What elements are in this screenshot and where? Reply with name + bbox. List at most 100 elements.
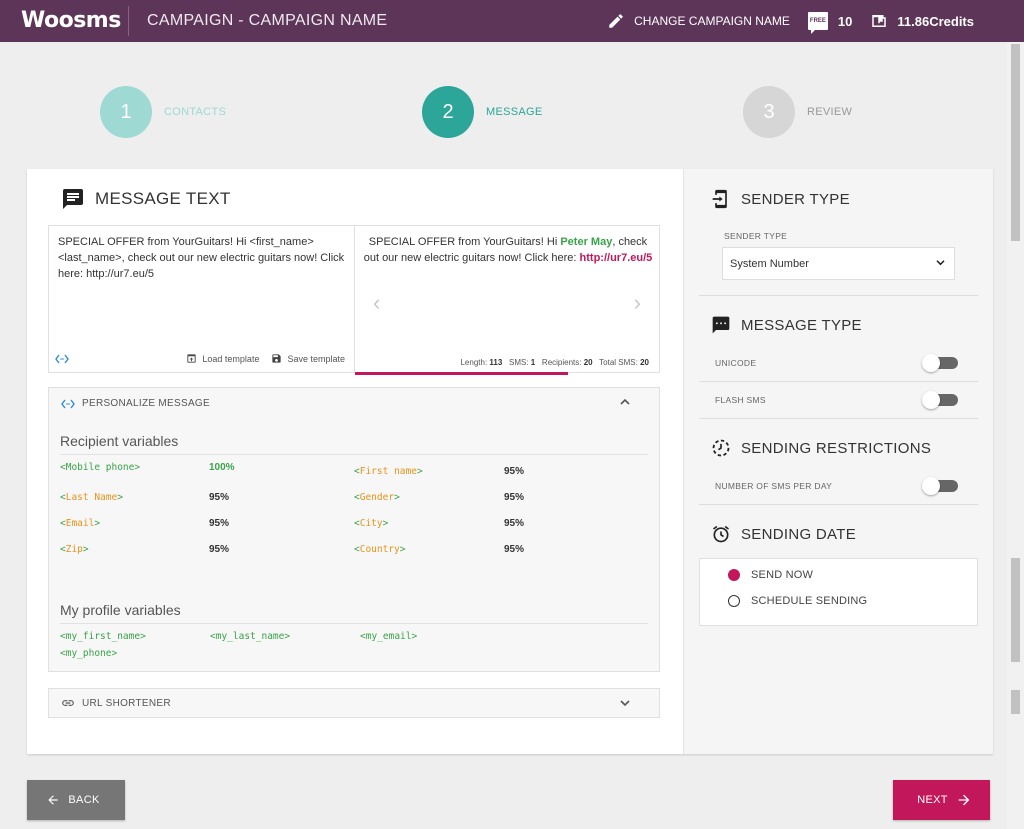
top-bar: Woosms CAMPAIGN - CAMPAIGN NAME CHANGE C…: [0, 0, 1024, 42]
sender-type-label: SENDER TYPE: [724, 231, 788, 241]
total-sms-value: 20: [640, 358, 649, 367]
step-label: CONTACTS: [164, 106, 227, 118]
variable-last-name[interactable]: <Last Name>: [60, 492, 123, 503]
variable-coverage: 95%: [504, 544, 525, 555]
variable-name: Country: [359, 544, 400, 555]
divider: [699, 418, 978, 419]
message-icon: [63, 189, 83, 209]
preview-text: SPECIAL OFFER from YourGuitars! Hi Peter…: [363, 234, 653, 266]
send-now-label: SEND NOW: [751, 569, 814, 581]
variable-name: Zip: [65, 544, 83, 555]
app-logo[interactable]: Woosms: [21, 6, 129, 36]
load-template-button[interactable]: Load template: [186, 353, 259, 364]
change-campaign-name-button[interactable]: CHANGE CAMPAIGN NAME: [607, 12, 790, 30]
step-review[interactable]: 3 REVIEW: [743, 86, 852, 138]
flash-sms-toggle[interactable]: [922, 391, 958, 409]
divider: [699, 504, 978, 505]
next-label: NEXT: [917, 794, 948, 806]
unicode-label: UNICODE: [715, 358, 757, 368]
profile-variable[interactable]: <my_email>: [360, 631, 417, 642]
preview-url[interactable]: http://ur7.eu/5: [580, 252, 653, 264]
credits-counter: 11.86Credits: [870, 12, 974, 30]
pencil-icon: [609, 14, 623, 28]
sms-per-day-toggle[interactable]: [922, 477, 958, 495]
variable-name: Mobile phone: [65, 462, 135, 473]
divider: [699, 381, 978, 382]
schedule-sending-label: SCHEDULE SENDING: [751, 595, 868, 607]
next-button[interactable]: NEXT: [893, 780, 990, 820]
header-actions: CHANGE CAMPAIGN NAME FREE 10 11.86Credit…: [589, 0, 974, 42]
recipients-value: 20: [583, 358, 593, 367]
step-number: 3: [743, 86, 795, 138]
radio-selected[interactable]: [728, 569, 740, 581]
radio-unselected[interactable]: [728, 595, 740, 607]
recipient-variables-title: Recipient variables: [60, 433, 179, 449]
variable-coverage: 100%: [209, 462, 235, 473]
message-editor-box: SPECIAL OFFER from YourGuitars! Hi <firs…: [48, 225, 660, 375]
send-now-option[interactable]: SEND NOW: [728, 569, 813, 581]
code-brackets-icon[interactable]: [55, 354, 69, 364]
flash-sms-label: FLASH SMS: [715, 395, 766, 405]
personalize-header[interactable]: PERSONALIZE MESSAGE: [49, 388, 659, 419]
sms-per-day-label: NUMBER OF SMS PER DAY: [715, 481, 833, 491]
settings-sidebar: SENDER TYPE SENDER TYPE System Number ME…: [683, 169, 993, 754]
url-shortener-panel[interactable]: URL SHORTENER: [48, 688, 660, 718]
free-badge-text: FREE: [809, 18, 826, 24]
change-campaign-name-label: CHANGE CAMPAIGN NAME: [634, 14, 790, 28]
profile-variable[interactable]: <my_last_name>: [210, 631, 290, 642]
chevron-left-icon[interactable]: ‹: [373, 290, 380, 316]
variable-mobile-phone[interactable]: <Mobile phone>: [60, 462, 140, 473]
message-stats: Length: 113 SMS: 1 Recipients: 20 Total …: [460, 358, 649, 367]
message-textarea[interactable]: SPECIAL OFFER from YourGuitars! Hi <firs…: [58, 234, 348, 282]
message-text-title: MESSAGE TEXT: [95, 189, 231, 208]
page-scrollbar[interactable]: [1007, 42, 1024, 829]
length-progress-bar: [355, 372, 568, 375]
chevron-up-icon[interactable]: [620, 398, 630, 406]
scrollbar-thumb[interactable]: [1011, 690, 1020, 714]
variable-gender[interactable]: <Gender>: [354, 492, 400, 503]
phone-sender-icon: [712, 189, 727, 209]
back-button[interactable]: BACK: [27, 780, 125, 820]
credits-value: 11.86Credits: [897, 13, 974, 29]
sender-type-select[interactable]: System Number: [722, 247, 955, 280]
unicode-toggle[interactable]: [922, 354, 958, 372]
profile-variable[interactable]: <my_phone>: [60, 648, 117, 659]
variable-city[interactable]: <City>: [354, 518, 388, 529]
step-message[interactable]: 2 MESSAGE: [422, 86, 543, 138]
wallet-icon: [872, 15, 887, 27]
schedule-sending-option[interactable]: SCHEDULE SENDING: [728, 595, 867, 607]
profile-variable[interactable]: <my_first_name>: [60, 631, 146, 642]
sending-date-title: SENDING DATE: [741, 525, 857, 543]
variable-coverage: 95%: [209, 518, 230, 529]
personalize-title: PERSONALIZE MESSAGE: [82, 398, 210, 409]
scrollbar-thumb[interactable]: [1011, 558, 1020, 662]
toggle-knob: [922, 354, 940, 372]
sending-restrictions-header: SENDING RESTRICTIONS: [711, 438, 931, 458]
message-type-header: MESSAGE TYPE: [711, 315, 862, 335]
url-shortener-title: URL SHORTENER: [82, 697, 171, 709]
variable-country[interactable]: <Country>: [354, 544, 406, 555]
arrow-left-icon: [48, 795, 59, 805]
variable-coverage: 95%: [504, 466, 525, 477]
code-brackets-icon: [61, 399, 75, 408]
url-shortener-header[interactable]: URL SHORTENER: [49, 689, 659, 717]
divider: [699, 295, 978, 296]
variable-email[interactable]: <Email>: [60, 518, 100, 529]
free-sms-icon: FREE: [807, 12, 828, 34]
save-template-button[interactable]: Save template: [271, 353, 345, 364]
link-icon: [62, 700, 74, 706]
sending-restrictions-title: SENDING RESTRICTIONS: [741, 439, 932, 457]
divider: [60, 623, 648, 624]
message-text-header: MESSAGE TEXT: [61, 187, 231, 211]
variable-coverage: 95%: [209, 492, 230, 503]
scrollbar-thumb[interactable]: [1011, 44, 1020, 241]
sending-date-header: SENDING DATE: [711, 524, 856, 544]
variable-first-name[interactable]: <First name>: [354, 466, 423, 477]
step-label: MESSAGE: [486, 106, 543, 118]
step-contacts[interactable]: 1 CONTACTS: [100, 86, 226, 138]
timer-dashed-icon: [712, 439, 730, 457]
chevron-down-icon[interactable]: [620, 699, 630, 707]
chevron-right-icon[interactable]: ›: [634, 290, 641, 316]
variable-zip[interactable]: <Zip>: [60, 544, 89, 555]
message-editor[interactable]: SPECIAL OFFER from YourGuitars! Hi <firs…: [49, 226, 355, 372]
